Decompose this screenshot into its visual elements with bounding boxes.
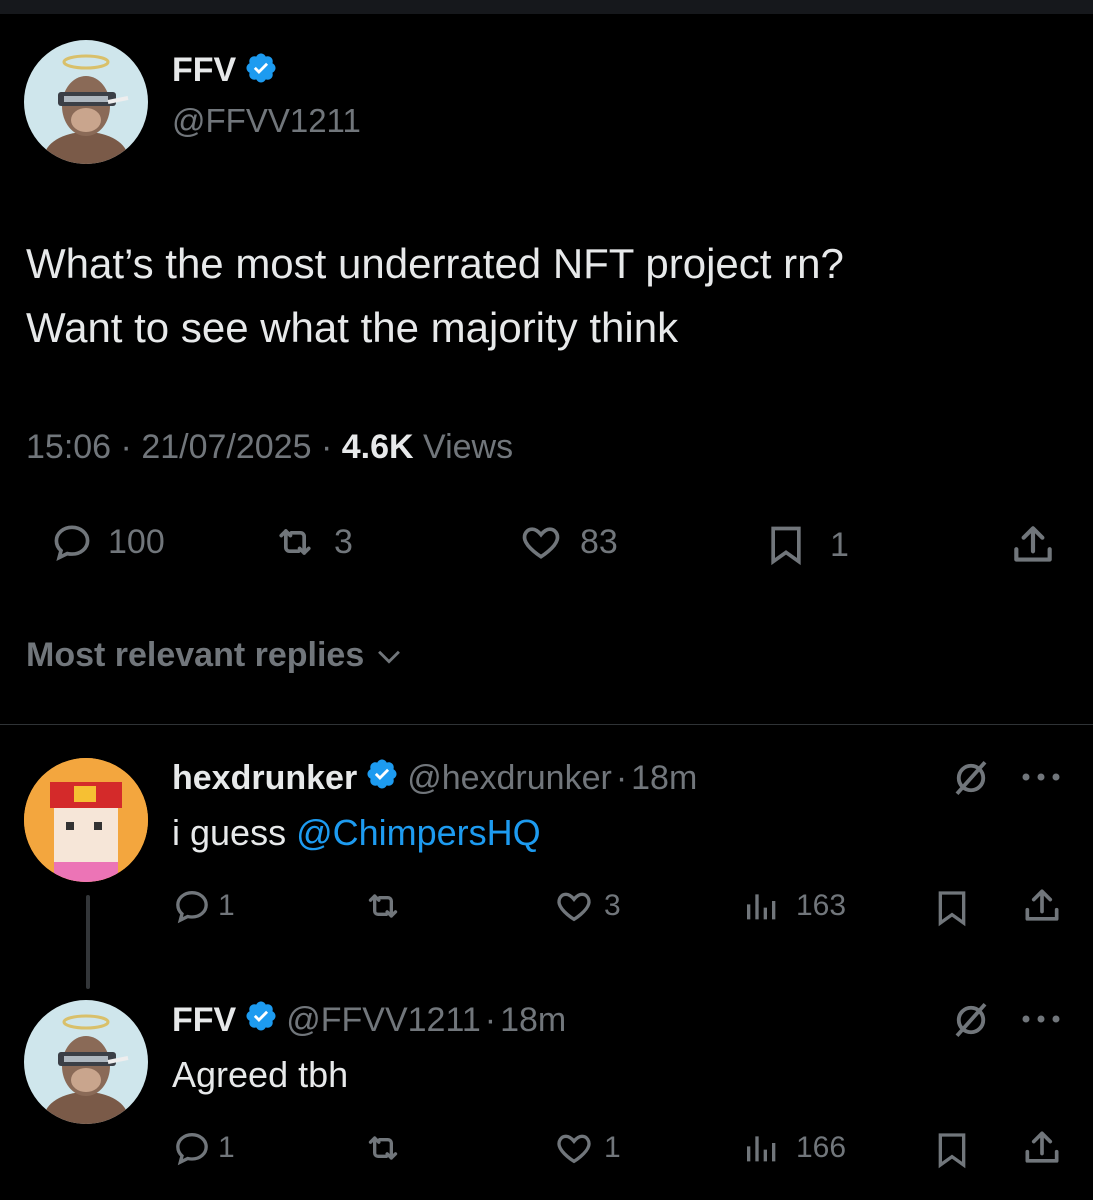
reply-author-name[interactable]: hexdrunker [172,759,357,798]
share-button[interactable] [1020,1126,1064,1170]
like-button[interactable]: 1 [552,1128,621,1168]
bookmark-count: 1 [830,525,849,564]
reply-count: 1 [218,1131,235,1164]
views-button[interactable]: 163 [742,886,846,926]
reply-author-handle[interactable]: @FFVV1211 [286,1001,481,1040]
reply-age[interactable]: 18m [500,1001,566,1040]
main-author-avatar[interactable] [24,40,148,164]
views-count: 166 [796,1131,847,1164]
more-button[interactable] [1018,1004,1064,1034]
bookmark-icon [938,891,966,927]
meta-separator: · [615,759,628,797]
views-icon [747,894,776,920]
like-icon [557,892,591,922]
replies-sort-dropdown[interactable]: Most relevant replies [26,636,406,675]
meta-separator: · [320,428,333,466]
reply-text-prefix: i guess [172,812,297,853]
bookmark-button[interactable] [932,1128,972,1172]
repost-icon [279,529,311,555]
more-button[interactable] [1018,762,1064,792]
main-tweet-text: What’s the most underrated NFT project r… [26,232,844,360]
pixel-avatar-icon [24,758,148,882]
bookmark-icon [938,1133,966,1169]
main-author-name[interactable]: FFV [172,51,236,90]
views-count: 4.6K [341,428,414,466]
reply-text: i guess @ChimpersHQ [172,812,541,854]
reply-button[interactable]: 1 [172,1128,235,1168]
views-count: 163 [796,889,847,922]
repost-button[interactable]: 3 [270,520,353,564]
reply-author-avatar[interactable] [24,1000,148,1124]
like-button[interactable]: 83 [516,520,618,564]
replies-sort-label: Most relevant replies [26,636,365,674]
reply-author-avatar[interactable] [24,758,148,882]
like-icon [522,527,560,559]
tweet-time[interactable]: 15:06 [26,428,111,466]
mention-link[interactable]: @ChimpersHQ [296,812,541,853]
reply-author-name[interactable]: FFV [172,1001,236,1040]
repost-button[interactable] [360,886,406,926]
like-icon [557,1134,591,1164]
reply-icon [176,890,208,924]
share-button[interactable] [1020,884,1064,928]
bookmark-icon [771,526,801,566]
like-button[interactable]: 3 [552,886,621,926]
top-status-strip [0,0,1093,14]
verified-badge-icon [244,999,278,1042]
like-count: 3 [604,889,621,922]
meta-separator: · [484,1001,497,1039]
repost-button[interactable] [360,1128,406,1168]
grok-button[interactable] [950,999,992,1041]
share-button[interactable] [1008,520,1058,570]
reply-text: Agreed tbh [172,1054,349,1095]
grok-icon [955,760,987,796]
reply-count: 1 [218,889,235,922]
repost-count: 3 [334,522,353,561]
chevron-down-icon [378,650,401,664]
main-tweet-text-line2: Want to see what the majority think [26,304,679,351]
repost-icon [368,894,398,918]
like-count: 1 [604,1131,621,1164]
share-icon [1014,526,1052,562]
main-author-handle[interactable]: @FFVV1211 [172,102,361,140]
reply-author-handle[interactable]: @hexdrunker [407,759,612,798]
reply-button[interactable]: 100 [50,520,165,564]
reply-age[interactable]: 18m [631,759,697,798]
views-button[interactable]: 166 [742,1128,846,1168]
more-icon [1022,773,1060,781]
bookmark-button[interactable]: 1 [764,520,849,570]
main-tweet-text-line1: What’s the most underrated NFT project r… [26,240,844,287]
reply-count: 100 [108,522,165,561]
reply-button[interactable]: 1 [172,886,235,926]
views-label: Views [423,428,514,466]
meta-separator: · [120,428,132,466]
grok-icon [955,1002,987,1038]
tweet-date[interactable]: 21/07/2025 [141,428,311,466]
tweet-meta: 15:06 · 21/07/2025 · 4.6K Views [26,428,513,467]
monkey-avatar-icon [44,1014,129,1124]
monkey-avatar-icon [44,54,129,164]
grok-button[interactable] [950,757,992,799]
share-icon [1025,889,1059,921]
share-icon [1025,1131,1059,1163]
thread-connector-line [86,895,90,989]
views-icon [747,1136,776,1162]
verified-badge-icon [365,757,399,800]
bookmark-button[interactable] [932,886,972,930]
verified-badge-icon [244,51,278,90]
more-icon [1022,1015,1060,1023]
reply-icon [176,1132,208,1166]
section-divider [0,724,1093,725]
repost-icon [368,1136,398,1160]
reply-icon [54,525,90,562]
like-count: 83 [580,522,618,561]
